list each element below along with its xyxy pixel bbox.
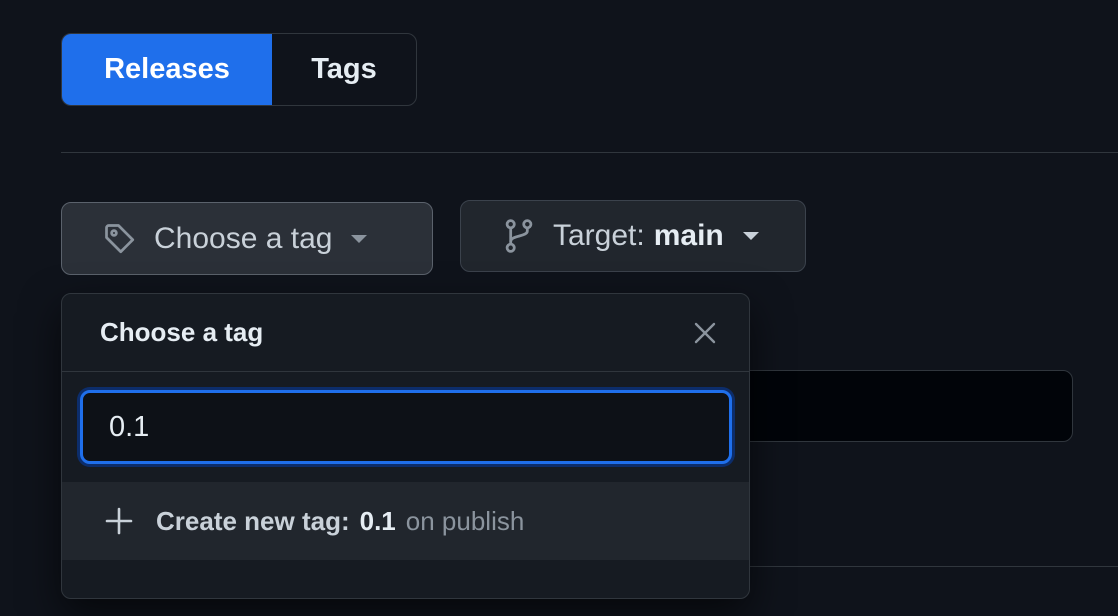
choose-tag-button[interactable]: Choose a tag bbox=[61, 202, 433, 275]
releases-tags-switch: Releases Tags bbox=[61, 33, 417, 106]
release-title-input[interactable] bbox=[700, 370, 1073, 442]
divider bbox=[750, 566, 1118, 567]
caret-down-icon bbox=[350, 233, 368, 245]
caret-down-icon bbox=[742, 230, 760, 242]
tab-releases[interactable]: Releases bbox=[62, 34, 272, 105]
choose-tag-dropdown: Choose a tag Create new tag: 0.1 on publ… bbox=[61, 293, 750, 599]
tab-tags[interactable]: Tags bbox=[272, 34, 416, 105]
target-branch-button[interactable]: Target: main bbox=[460, 200, 806, 272]
dropdown-title: Choose a tag bbox=[100, 317, 264, 347]
target-branch-name: main bbox=[653, 219, 724, 252]
release-page: Releases Tags Choose a tag Target: main … bbox=[0, 0, 1118, 616]
create-new-tag-item[interactable]: Create new tag: 0.1 on publish bbox=[62, 482, 749, 560]
close-icon[interactable] bbox=[685, 313, 725, 353]
plus-icon bbox=[102, 504, 136, 538]
tag-search-wrap bbox=[62, 372, 749, 482]
create-tag-label: Create new tag: bbox=[156, 505, 350, 536]
git-branch-icon bbox=[499, 216, 539, 256]
tag-icon bbox=[100, 219, 140, 259]
create-tag-suffix: on publish bbox=[405, 505, 525, 536]
divider bbox=[61, 152, 1118, 153]
choose-tag-label: Choose a tag bbox=[154, 221, 333, 255]
target-prefix: Target: bbox=[553, 219, 645, 252]
create-tag-value: 0.1 bbox=[359, 505, 396, 536]
dropdown-header: Choose a tag bbox=[62, 294, 749, 372]
tag-search-input[interactable] bbox=[80, 390, 732, 464]
